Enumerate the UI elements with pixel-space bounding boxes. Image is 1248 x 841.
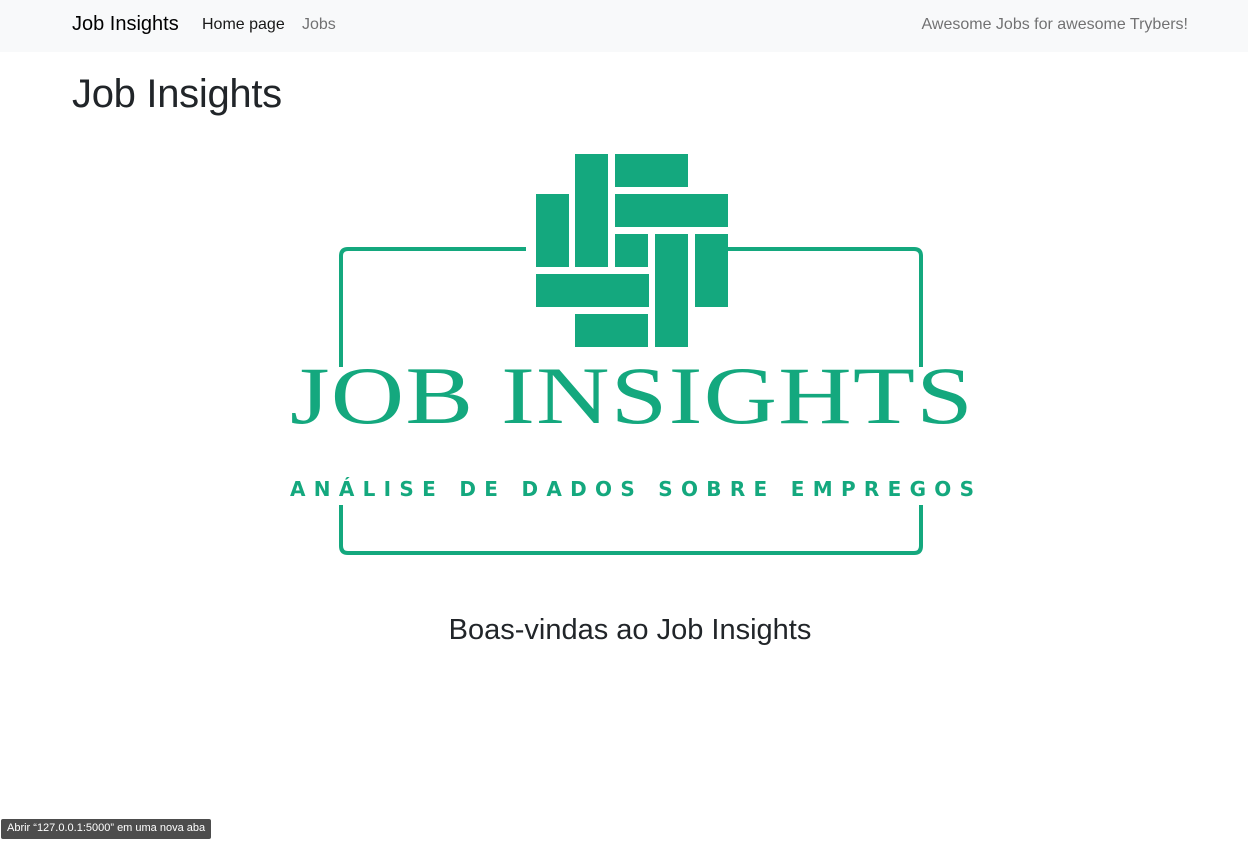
navbar: Job Insights Home page Jobs Awesome Jobs… [0, 0, 1248, 52]
page-title: Job Insights [72, 72, 282, 116]
link-status-tooltip: Abrir “127.0.0.1:5000” em uma nova aba [1, 819, 212, 839]
welcome-heading: Boas-vindas ao Job Insights [448, 614, 812, 646]
job-insights-logo: JOB INSIGHTS ANÁLISE DE DADOS SOBRE EMPR… [290, 154, 974, 555]
nav-link-home-page[interactable]: Home page [202, 16, 285, 34]
navbar-tagline: Awesome Jobs for awesome Trybers! [921, 16, 1188, 33]
nav-link-jobs[interactable]: Jobs [302, 16, 336, 34]
logo-subtitle: ANÁLISE DE DADOS SOBRE EMPREGOS [290, 477, 974, 501]
logo-wordmark: JOB INSIGHTS [290, 350, 974, 441]
woven-blocks-icon [536, 154, 728, 347]
navbar-brand[interactable]: Job Insights [72, 13, 179, 36]
